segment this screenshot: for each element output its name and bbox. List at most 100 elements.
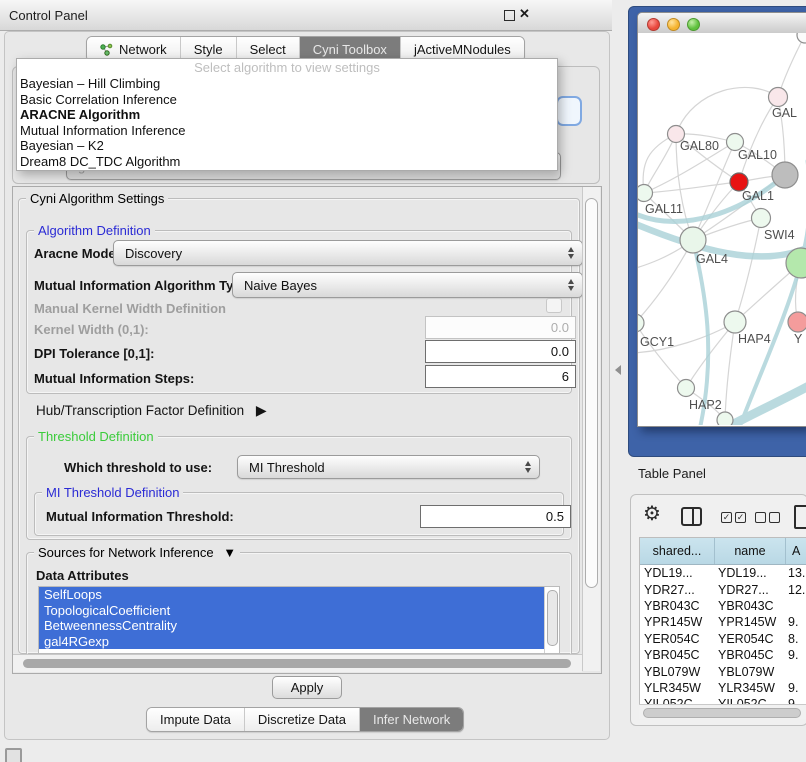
attribute-item-selfloops[interactable]: SelfLoops (39, 587, 545, 603)
close-traffic-light[interactable] (647, 18, 660, 31)
minimize-traffic-light[interactable] (667, 18, 680, 31)
hub-expander[interactable]: Hub/Transcription Factor Definition ▶ (36, 402, 267, 419)
table-row[interactable]: YPR145WYPR145W9. (640, 614, 806, 630)
column-header-shared-[interactable]: shared... (640, 538, 715, 564)
data-attributes-list: SelfLoopsTopologicalCoefficientBetweenne… (38, 586, 560, 654)
algorithm-dropdown-prompt: Select algorithm to view settings (17, 59, 557, 76)
tab-label: Network (119, 42, 167, 57)
network-node-gal11[interactable] (638, 185, 653, 202)
mi-type-select[interactable]: Naive Bayes (232, 272, 583, 298)
column-header-a[interactable]: A (786, 538, 806, 564)
list-scrollbar-track[interactable] (544, 587, 559, 653)
table-cell: YBL079W (714, 665, 784, 679)
hub-expander-label: Hub/Transcription Factor Definition (36, 403, 244, 418)
panel-title: Control Panel (9, 8, 88, 23)
node-label-gal1: GAL1 (742, 189, 774, 203)
network-node-swi4[interactable] (752, 209, 771, 228)
apply-button[interactable]: Apply (272, 676, 342, 699)
table-cell: YBR043C (714, 599, 784, 613)
which-threshold-select[interactable]: MI Threshold (237, 455, 540, 479)
aracne-mode-select[interactable]: Discovery (113, 240, 583, 266)
settings-vscrollbar-track[interactable] (582, 187, 600, 671)
table-cell: YER054C (714, 632, 784, 646)
table-row[interactable]: YLR345WYLR345W9. (640, 680, 806, 696)
table-row[interactable]: YDL19...YDL19...13... (640, 565, 806, 581)
inference-algorithm-select-fragment[interactable] (556, 96, 582, 126)
zoom-traffic-light[interactable] (687, 18, 700, 31)
gear-icon[interactable]: ⚙ (643, 501, 661, 526)
node-label-gal10: GAL10 (738, 148, 777, 162)
network-node-hap2[interactable] (678, 380, 695, 397)
node-label-gal11: GAL11 (645, 202, 683, 216)
aracne-mode-label: Aracne Mode: (34, 246, 120, 261)
network-node-gal[interactable] (769, 88, 788, 107)
network-canvas[interactable]: GALGAL80GAL10GAL1GAL11SWI4GAL4GCY1HAP4YH… (638, 33, 806, 425)
table-cell: YDL19... (640, 566, 714, 580)
algorithm-option-bayesian-hill-climbing[interactable]: Bayesian – Hill Climbing (17, 76, 557, 92)
network-node[interactable] (717, 412, 733, 425)
network-node[interactable] (797, 33, 806, 43)
network-icon (100, 43, 113, 56)
tab-impute-data[interactable]: Impute Data (147, 708, 245, 731)
settings-hscrollbar-thumb[interactable] (23, 659, 571, 668)
mi-type-label: Mutual Information Algorithm Type: (34, 278, 253, 293)
table-panel-title: Table Panel (638, 466, 706, 481)
table-row[interactable]: YER054CYER054C8. (640, 631, 806, 647)
network-node-hap4[interactable] (724, 311, 746, 333)
table-row[interactable]: YBR043CYBR043C (640, 598, 806, 614)
algorithm-option-basic-correlation-inference[interactable]: Basic Correlation Inference (17, 92, 557, 108)
tab-discretize-data[interactable]: Discretize Data (245, 708, 360, 731)
table-cell: 9. (784, 615, 806, 629)
algorithm-option-mutual-information-inference[interactable]: Mutual Information Inference (17, 123, 557, 139)
attribute-item-gal4rgexp[interactable]: gal4RGexp (39, 634, 545, 650)
mi-threshold-label: Mutual Information Threshold: (46, 509, 234, 524)
settings-vscrollbar-thumb[interactable] (585, 198, 598, 588)
table-hscrollbar-thumb[interactable] (643, 708, 801, 718)
dock-panel-icon[interactable] (5, 748, 22, 762)
cyni-bottom-tab-bar: Impute DataDiscretize DataInfer Network (146, 707, 464, 732)
table-row[interactable]: YBR045CYBR045C9. (640, 647, 806, 663)
manual-kernel-checkbox[interactable] (546, 298, 562, 313)
table-hscrollbar-track[interactable] (639, 704, 806, 719)
table-row[interactable]: YDR27...YDR27...12... (640, 581, 806, 597)
which-threshold-label: Which threshold to use: (64, 460, 212, 475)
network-node-y[interactable] (788, 312, 806, 332)
table-cell: YBR045C (714, 648, 784, 662)
kernel-width-input[interactable]: 0.0 (425, 316, 576, 339)
deselect-all-columns-icon[interactable] (755, 512, 780, 523)
column-layout-icon[interactable] (681, 507, 702, 526)
collapse-down-icon[interactable]: ▼ (223, 545, 236, 560)
splitter-collapse-icon[interactable] (615, 365, 621, 375)
mi-threshold-input[interactable]: 0.5 (420, 505, 571, 528)
spinner-arrows-icon (568, 247, 574, 259)
node-label-gal: GAL (772, 106, 797, 120)
tab-infer-network[interactable]: Infer Network (360, 708, 463, 731)
algorithm-option-aracne-algorithm[interactable]: ARACNE Algorithm (17, 107, 557, 123)
dpi-tolerance-label: DPI Tolerance [0,1]: (34, 346, 154, 361)
attribute-item-topologicalcoefficient[interactable]: TopologicalCoefficient (39, 603, 545, 619)
network-node[interactable] (772, 162, 798, 188)
dpi-tolerance-input[interactable]: 0.0 (425, 340, 576, 363)
table-cell: YLR345W (640, 681, 714, 695)
float-window-icon[interactable] (504, 10, 515, 21)
kernel-width-label: Kernel Width (0,1): (34, 322, 149, 337)
network-node-gal4[interactable] (680, 227, 706, 253)
attribute-item-betweennesscentrality[interactable]: BetweennessCentrality (39, 618, 545, 634)
table-cell: 8. (784, 632, 806, 646)
expand-right-icon[interactable]: ▶ (256, 402, 267, 418)
manual-kernel-label: Manual Kernel Width Definition (34, 301, 226, 316)
close-icon[interactable]: ✕ (519, 6, 530, 22)
column-header-name[interactable]: name (715, 538, 786, 564)
select-all-columns-icon[interactable]: ✓✓ (721, 512, 746, 523)
list-scrollbar-thumb[interactable] (547, 590, 558, 646)
mi-steps-input[interactable]: 6 (425, 365, 576, 388)
table-panel: ⚙ ✓✓ shared...nameA YDL19...YDL19...13..… (630, 494, 806, 726)
node-label-y: Y (794, 332, 803, 346)
algorithm-option-dream8-dc-tdc-algorithm[interactable]: Dream8 DC_TDC Algorithm (17, 154, 557, 170)
new-table-icon[interactable] (794, 505, 806, 529)
network-node-gcy1[interactable] (638, 314, 644, 332)
table-row[interactable]: YBL079WYBL079W (640, 663, 806, 679)
sources-group-title[interactable]: Sources for Network Inference ▼ (34, 546, 240, 560)
settings-hscrollbar-track[interactable] (13, 654, 582, 672)
algorithm-option-bayesian-k2[interactable]: Bayesian – K2 (17, 138, 557, 154)
